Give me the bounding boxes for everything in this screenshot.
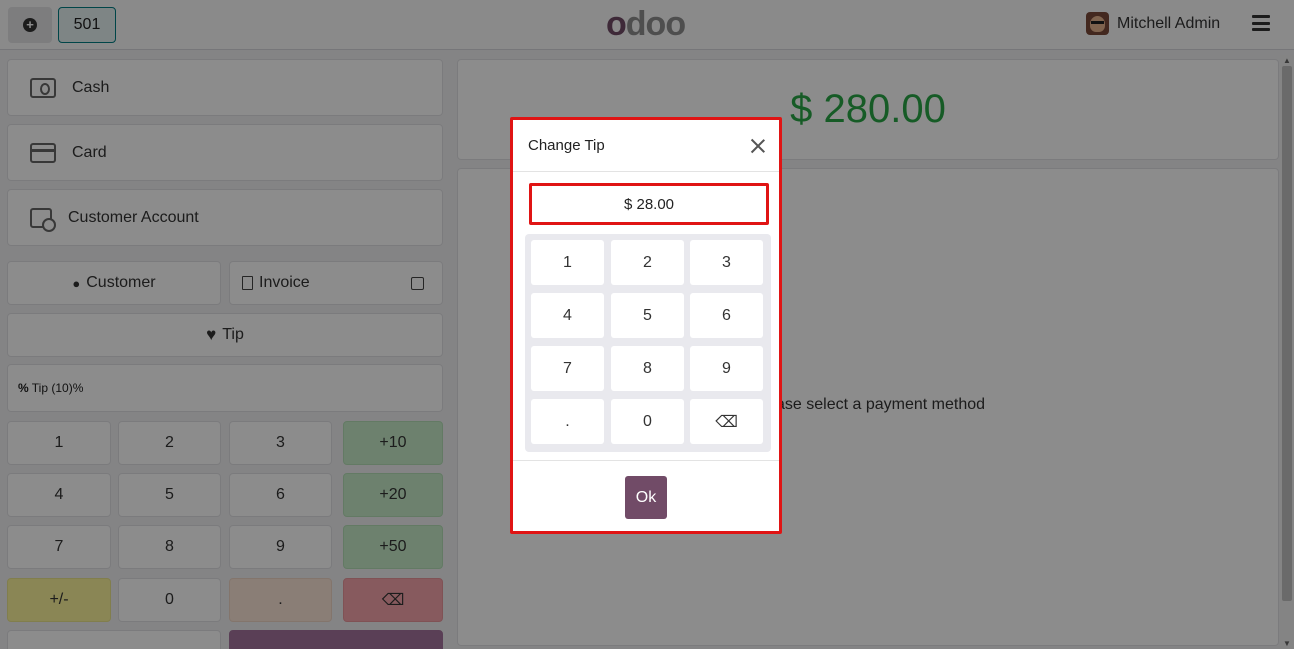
dialog-key-8[interactable]: 8 bbox=[611, 346, 684, 391]
dialog-key-1[interactable]: 1 bbox=[531, 240, 604, 285]
dialog-key-3[interactable]: 3 bbox=[690, 240, 763, 285]
dialog-key-6[interactable]: 6 bbox=[690, 293, 763, 338]
dialog-key-backspace[interactable]: ⌫ bbox=[690, 399, 763, 444]
dialog-key-9[interactable]: 9 bbox=[690, 346, 763, 391]
ok-button[interactable]: Ok bbox=[625, 476, 667, 519]
dialog-key-decimal[interactable]: . bbox=[531, 399, 604, 444]
dialog-title: Change Tip bbox=[528, 137, 605, 154]
dialog-key-2[interactable]: 2 bbox=[611, 240, 684, 285]
dialog-key-4[interactable]: 4 bbox=[531, 293, 604, 338]
dialog-key-7[interactable]: 7 bbox=[531, 346, 604, 391]
change-tip-dialog: Change Tip $ 28.00 1 2 3 4 5 6 7 8 9 . 0… bbox=[510, 117, 782, 534]
dialog-key-5[interactable]: 5 bbox=[611, 293, 684, 338]
dialog-key-0[interactable]: 0 bbox=[611, 399, 684, 444]
close-icon[interactable] bbox=[749, 137, 767, 155]
dialog-footer: Ok bbox=[513, 460, 779, 534]
dialog-header: Change Tip bbox=[513, 120, 779, 172]
tip-amount-input[interactable]: $ 28.00 bbox=[529, 183, 769, 225]
dialog-numpad: 1 2 3 4 5 6 7 8 9 . 0 ⌫ bbox=[525, 234, 771, 452]
